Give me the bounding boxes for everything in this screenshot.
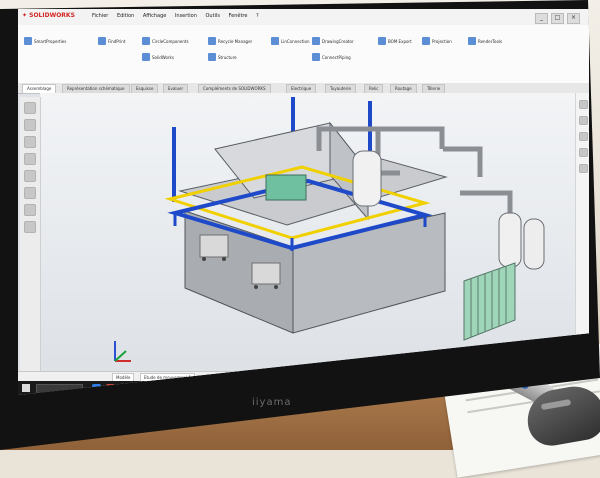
ribbon-item-smartproperties[interactable]: SmartProperties	[24, 37, 66, 45]
ribbon-item-findprint[interactable]: FindPrint	[98, 37, 125, 45]
tool-measure[interactable]	[24, 187, 36, 199]
minimize-button[interactable]: _	[535, 13, 548, 24]
ribbon-item-projection[interactable]: Projection	[422, 37, 452, 45]
left-toolbar	[20, 97, 41, 377]
rendertools-icon	[468, 37, 476, 45]
circlecomponents-icon	[142, 37, 150, 45]
tool-properties[interactable]	[24, 204, 36, 216]
ribbon-item-bomexport[interactable]: BOM Export	[378, 37, 412, 45]
tool-select[interactable]	[24, 102, 36, 114]
ribbon-item-structure[interactable]: Structure	[208, 53, 237, 61]
axis-indicator	[114, 341, 131, 362]
ribbon-item-connectpiping[interactable]: ConnectPiping	[312, 53, 351, 61]
linconnection-icon	[271, 37, 279, 45]
graphics-viewport[interactable]	[40, 93, 589, 377]
solidworks-brand-text: SOLIDWORKS	[29, 12, 75, 19]
window-controls: _ □ ×	[535, 13, 580, 24]
taskpane-explorer[interactable]	[578, 148, 588, 157]
taskpane-home[interactable]	[578, 100, 588, 109]
ribbon-item-recyclemanager[interactable]: Recycle Manager	[208, 37, 252, 45]
title-bar: ✦ SOLIDWORKS Fichier Edition Affichage I…	[18, 9, 589, 26]
taskbar-search-input[interactable]	[36, 384, 83, 394]
panel	[463, 262, 516, 341]
drawingcreator-icon	[312, 37, 320, 45]
structure-icon	[208, 53, 216, 61]
ribbon: SmartProperties FindPrint CircleComponen…	[18, 25, 589, 84]
monitor-brand: iiyama	[252, 397, 292, 408]
screen: ✦ SOLIDWORKS Fichier Edition Affichage I…	[18, 9, 589, 395]
solidworks-logo: ✦ SOLIDWORKS	[22, 12, 75, 19]
recyclemanager-icon	[208, 37, 216, 45]
solidworks-icon	[142, 53, 150, 61]
taskpane-view-palette[interactable]	[578, 164, 588, 173]
menu-edition[interactable]: Edition	[117, 13, 134, 19]
taskbar-app-solidworks-icon[interactable]	[106, 384, 115, 393]
ribbon-item-circlecomponents[interactable]: CircleComponents	[142, 37, 189, 45]
maximize-button[interactable]: □	[551, 13, 564, 24]
taskbar-app-chrome-icon[interactable]	[120, 384, 129, 393]
smartproperties-icon	[24, 37, 32, 45]
tool-rotate[interactable]	[24, 136, 36, 148]
menu-affichage[interactable]: Affichage	[143, 13, 167, 19]
menu-help[interactable]: ?	[256, 13, 259, 19]
taskbar-app-browser-icon[interactable]	[92, 384, 101, 393]
ribbon-item-linconnection[interactable]: LinConnection	[271, 37, 310, 45]
menu-insertion[interactable]: Insertion	[175, 13, 197, 19]
menu-bar: Fichier Edition Affichage Insertion Outi…	[92, 13, 266, 19]
ribbon-item-solidworks[interactable]: SolidWorks	[142, 53, 174, 61]
ribbon-item-drawingcreator[interactable]: DrawingCreator	[312, 37, 354, 45]
menu-fichier[interactable]: Fichier	[92, 13, 108, 19]
menu-fenetre[interactable]: Fenêtre	[229, 13, 248, 19]
taskpane-library[interactable]	[578, 132, 588, 141]
tool-view[interactable]	[24, 119, 36, 131]
taskbar-app-outlook-icon[interactable]	[148, 384, 157, 393]
solidworks-logo-icon: ✦	[22, 12, 28, 19]
projection-icon	[422, 37, 430, 45]
right-task-pane	[575, 93, 589, 377]
findprint-icon	[98, 37, 106, 45]
windows-start-icon[interactable]	[22, 384, 30, 392]
menu-outils[interactable]: Outils	[206, 13, 220, 19]
monitor: iiyama ✦ SOLIDWORKS Fichier Edition Affi…	[0, 0, 600, 450]
tool-zoom[interactable]	[24, 153, 36, 165]
bomexport-icon	[378, 37, 386, 45]
tool-section[interactable]	[24, 170, 36, 182]
close-button[interactable]: ×	[567, 13, 580, 24]
connectpiping-icon	[312, 53, 320, 61]
taskbar-app-folder-icon[interactable]	[134, 384, 143, 393]
taskpane-resources[interactable]	[578, 116, 588, 125]
assembly-model	[114, 97, 545, 362]
taskbar-app-settings-icon[interactable]	[162, 384, 171, 393]
tool-config[interactable]	[24, 221, 36, 233]
ribbon-item-rendertools[interactable]: RenderTools	[468, 37, 502, 45]
